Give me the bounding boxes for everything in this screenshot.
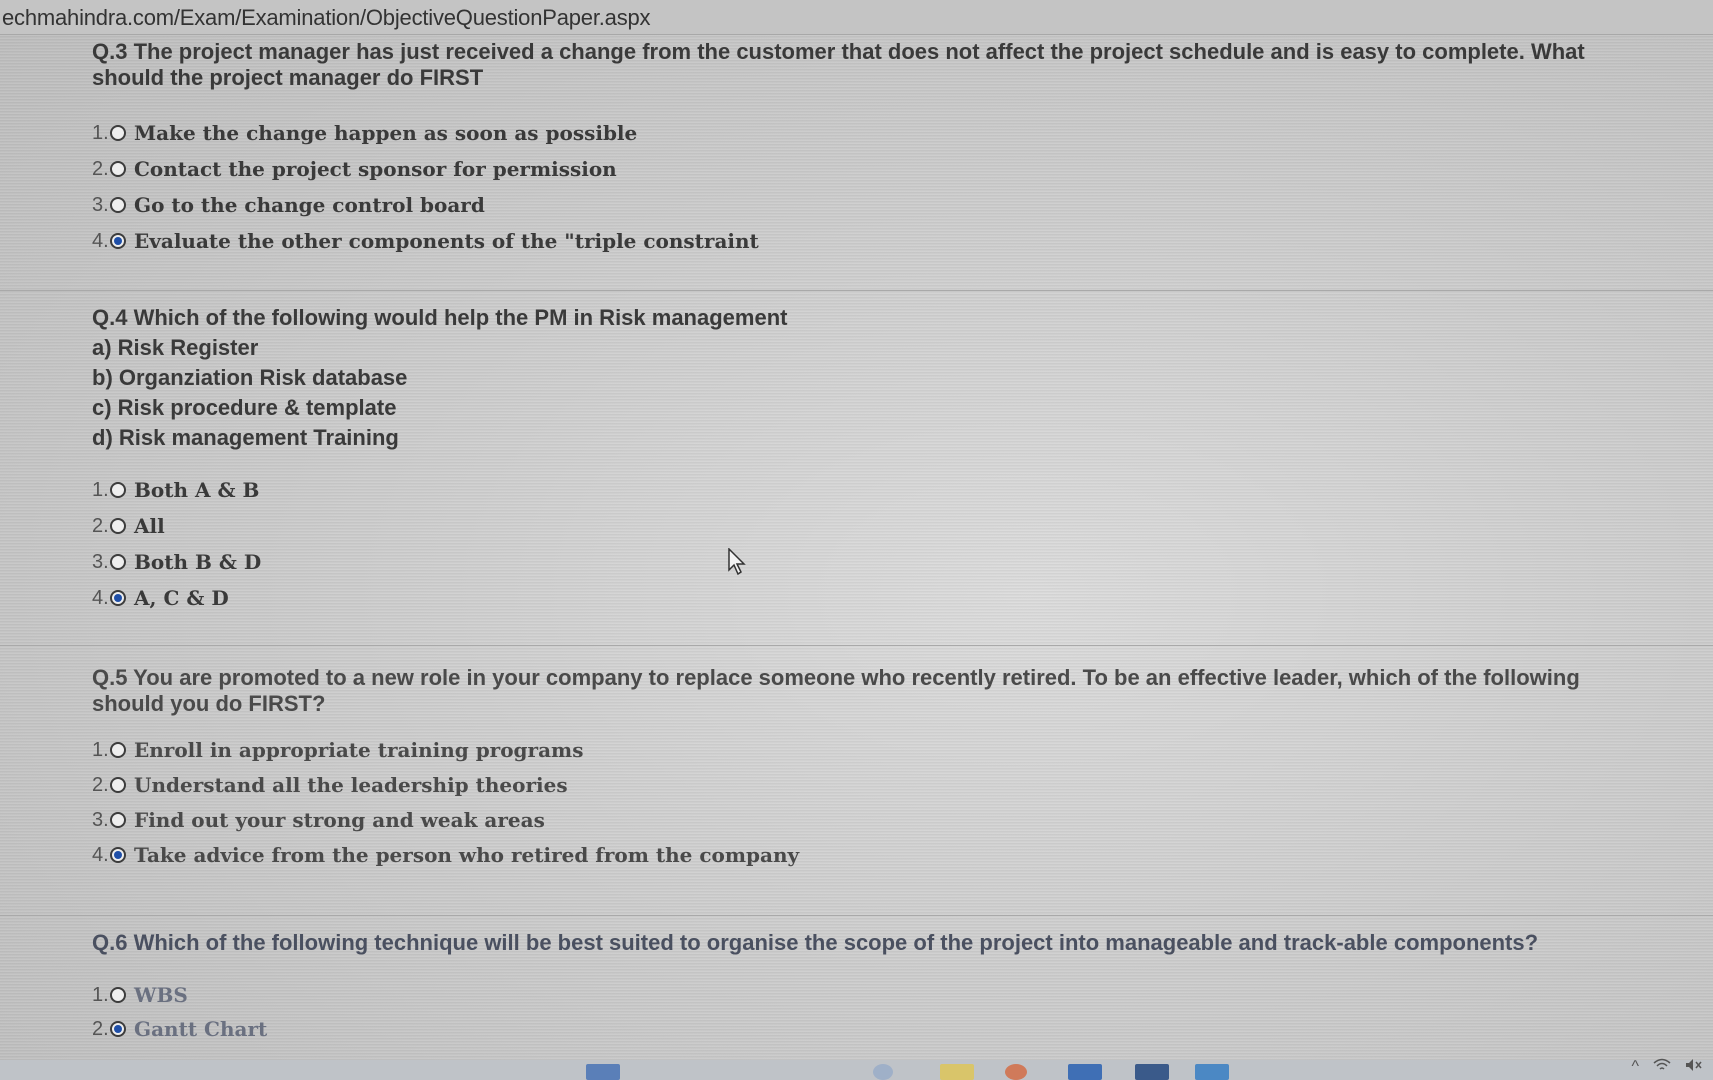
app-icon[interactable]	[1068, 1064, 1102, 1080]
option-number: 2.	[92, 514, 109, 537]
q3-option-4[interactable]: 4. Evaluate the other components of the …	[92, 226, 759, 256]
radio-button-selected[interactable]	[110, 233, 126, 249]
q4-option-4[interactable]: 4. A, C & D	[92, 583, 229, 613]
radio-button-selected[interactable]	[110, 590, 126, 606]
option-label[interactable]: Contact the project sponsor for permissi…	[134, 157, 617, 181]
option-label[interactable]: Go to the change control board	[134, 193, 485, 217]
address-bar[interactable]: echmahindra.com/Exam/Examination/Objecti…	[0, 0, 1713, 35]
option-label[interactable]: Find out your strong and weak areas	[134, 808, 545, 832]
question-6-text: Q.6 Which of the following technique wil…	[92, 930, 1539, 955]
screen: echmahindra.com/Exam/Examination/Objecti…	[0, 0, 1713, 1080]
q4-subitem-b: b) Organziation Risk database	[92, 365, 408, 390]
option-number: 3.	[92, 550, 109, 573]
radio-button[interactable]	[110, 777, 126, 793]
option-number: 1.	[92, 983, 109, 1006]
option-number: 3.	[92, 808, 109, 831]
radio-button[interactable]	[110, 518, 126, 534]
chevron-up-icon[interactable]: ^	[1631, 1058, 1639, 1077]
option-number: 2.	[92, 1017, 109, 1040]
question-4-text: Q.4 Which of the following would help th…	[92, 305, 788, 330]
app-icon[interactable]	[586, 1064, 620, 1080]
q6-option-1[interactable]: 1. WBS	[92, 980, 188, 1010]
q3-option-1[interactable]: 1. Make the change happen as soon as pos…	[92, 118, 637, 148]
option-number: 3.	[92, 193, 109, 216]
q4-option-2[interactable]: 2. All	[92, 511, 165, 541]
radio-button[interactable]	[110, 742, 126, 758]
option-number: 1.	[92, 121, 109, 144]
option-label[interactable]: All	[134, 514, 165, 538]
browser-icon[interactable]	[1005, 1064, 1027, 1080]
q6-option-2[interactable]: 2. Gantt Chart	[92, 1014, 267, 1044]
q4-option-3[interactable]: 3. Both B & D	[92, 547, 261, 577]
question-divider	[0, 290, 1713, 291]
option-label[interactable]: Make the change happen as soon as possib…	[134, 121, 637, 145]
option-label[interactable]: Gantt Chart	[134, 1017, 267, 1041]
option-label[interactable]: Evaluate the other components of the "tr…	[134, 229, 759, 253]
option-number: 1.	[92, 738, 109, 761]
question-5-text: Q.5 You are promoted to a new role in yo…	[92, 665, 1580, 716]
radio-button[interactable]	[110, 197, 126, 213]
radio-button[interactable]	[110, 161, 126, 177]
option-number: 2.	[92, 157, 109, 180]
app-icon[interactable]	[1135, 1064, 1169, 1080]
option-number: 2.	[92, 773, 109, 796]
q3-option-2[interactable]: 2. Contact the project sponsor for permi…	[92, 154, 617, 184]
q4-subitem-a: a) Risk Register	[92, 335, 259, 360]
option-number: 4.	[92, 843, 109, 866]
radio-button[interactable]	[110, 125, 126, 141]
option-number: 4.	[92, 586, 109, 609]
option-number: 4.	[92, 229, 109, 252]
url-text[interactable]: echmahindra.com/Exam/Examination/Objecti…	[2, 5, 651, 31]
app-icon[interactable]	[1195, 1064, 1229, 1080]
q4-option-1[interactable]: 1. Both A & B	[92, 475, 259, 505]
system-tray: ^	[1631, 1058, 1703, 1077]
q5-option-1[interactable]: 1. Enroll in appropriate training progra…	[92, 735, 583, 765]
wifi-icon[interactable]	[1653, 1058, 1671, 1077]
q5-option-3[interactable]: 3. Find out your strong and weak areas	[92, 805, 545, 835]
q4-subitem-c: c) Risk procedure & template	[92, 395, 397, 420]
option-label[interactable]: Take advice from the person who retired …	[134, 843, 799, 867]
option-label[interactable]: A, C & D	[134, 586, 229, 610]
radio-button-selected[interactable]	[110, 847, 126, 863]
question-divider	[0, 915, 1713, 916]
option-label[interactable]: Both A & B	[134, 478, 259, 502]
option-label[interactable]: Enroll in appropriate training programs	[134, 738, 583, 762]
question-divider	[0, 645, 1713, 646]
option-number: 1.	[92, 478, 109, 501]
option-label[interactable]: Both B & D	[134, 550, 261, 574]
option-label[interactable]: WBS	[134, 983, 188, 1007]
question-3-text: Q.3 The project manager has just receive…	[92, 39, 1585, 90]
app-icon[interactable]	[873, 1064, 893, 1080]
q5-option-4[interactable]: 4. Take advice from the person who retir…	[92, 840, 799, 870]
q3-option-3[interactable]: 3. Go to the change control board	[92, 190, 485, 220]
radio-button[interactable]	[110, 987, 126, 1003]
q5-option-2[interactable]: 2. Understand all the leadership theorie…	[92, 770, 568, 800]
radio-button[interactable]	[110, 812, 126, 828]
taskbar	[0, 1060, 1713, 1080]
folder-icon[interactable]	[940, 1064, 974, 1080]
volume-muted-icon[interactable]	[1685, 1058, 1703, 1077]
radio-button-selected[interactable]	[110, 1021, 126, 1037]
radio-button[interactable]	[110, 554, 126, 570]
option-label[interactable]: Understand all the leadership theories	[134, 773, 568, 797]
q4-subitem-d: d) Risk management Training	[92, 425, 399, 450]
radio-button[interactable]	[110, 482, 126, 498]
